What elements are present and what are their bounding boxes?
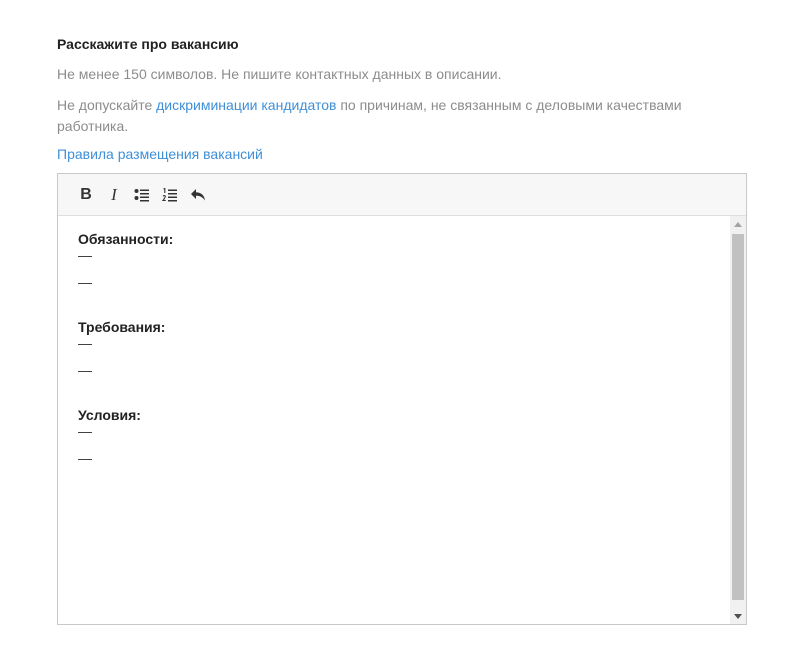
rich-text-editor[interactable]: B I Обязанности: — — Требования: — — Усл… — [57, 173, 747, 625]
editor-section-requirements: Требования: — — — [78, 317, 710, 391]
scroll-up-button[interactable] — [730, 216, 746, 232]
triangle-down-icon — [734, 613, 742, 619]
numbered-list-icon — [162, 187, 177, 201]
bold-button[interactable]: B — [72, 181, 100, 209]
discrimination-hint: Не допускайте дискриминации кандидатов п… — [57, 95, 707, 137]
triangle-up-icon — [734, 221, 742, 227]
section-title: Расскажите про вакансию — [57, 36, 239, 52]
undo-icon — [191, 188, 205, 200]
min-chars-hint: Не менее 150 символов. Не пишите контакт… — [57, 66, 502, 82]
italic-button[interactable]: I — [100, 181, 128, 209]
list-item: — — [78, 247, 92, 263]
section-heading: Обязанности: — [78, 231, 174, 247]
editor-toolbar: B I — [58, 174, 746, 216]
discrimination-link[interactable]: дискриминации кандидатов — [156, 97, 336, 113]
editor-content[interactable]: Обязанности: — — Требования: — — Условия… — [58, 216, 730, 624]
list-item: — — [78, 450, 92, 466]
undo-button[interactable] — [184, 181, 212, 209]
scroll-down-button[interactable] — [730, 608, 746, 624]
posting-rules-link[interactable]: Правила размещения вакансий — [57, 146, 263, 162]
hint-prefix: Не допускайте — [57, 97, 157, 113]
list-item: — — [78, 362, 92, 378]
editor-scrollbar[interactable] — [730, 216, 746, 624]
bullet-list-button[interactable] — [128, 181, 156, 209]
editor-section-conditions: Условия: — — — [78, 405, 710, 479]
list-item: — — [78, 274, 92, 290]
section-heading: Условия: — [78, 407, 141, 423]
list-item: — — [78, 335, 92, 351]
section-heading: Требования: — [78, 319, 166, 335]
numbered-list-button[interactable] — [156, 181, 184, 209]
bullet-list-icon — [134, 188, 149, 201]
editor-section-duties: Обязанности: — — — [78, 229, 710, 303]
scroll-thumb[interactable] — [732, 234, 744, 600]
list-item: — — [78, 423, 92, 439]
